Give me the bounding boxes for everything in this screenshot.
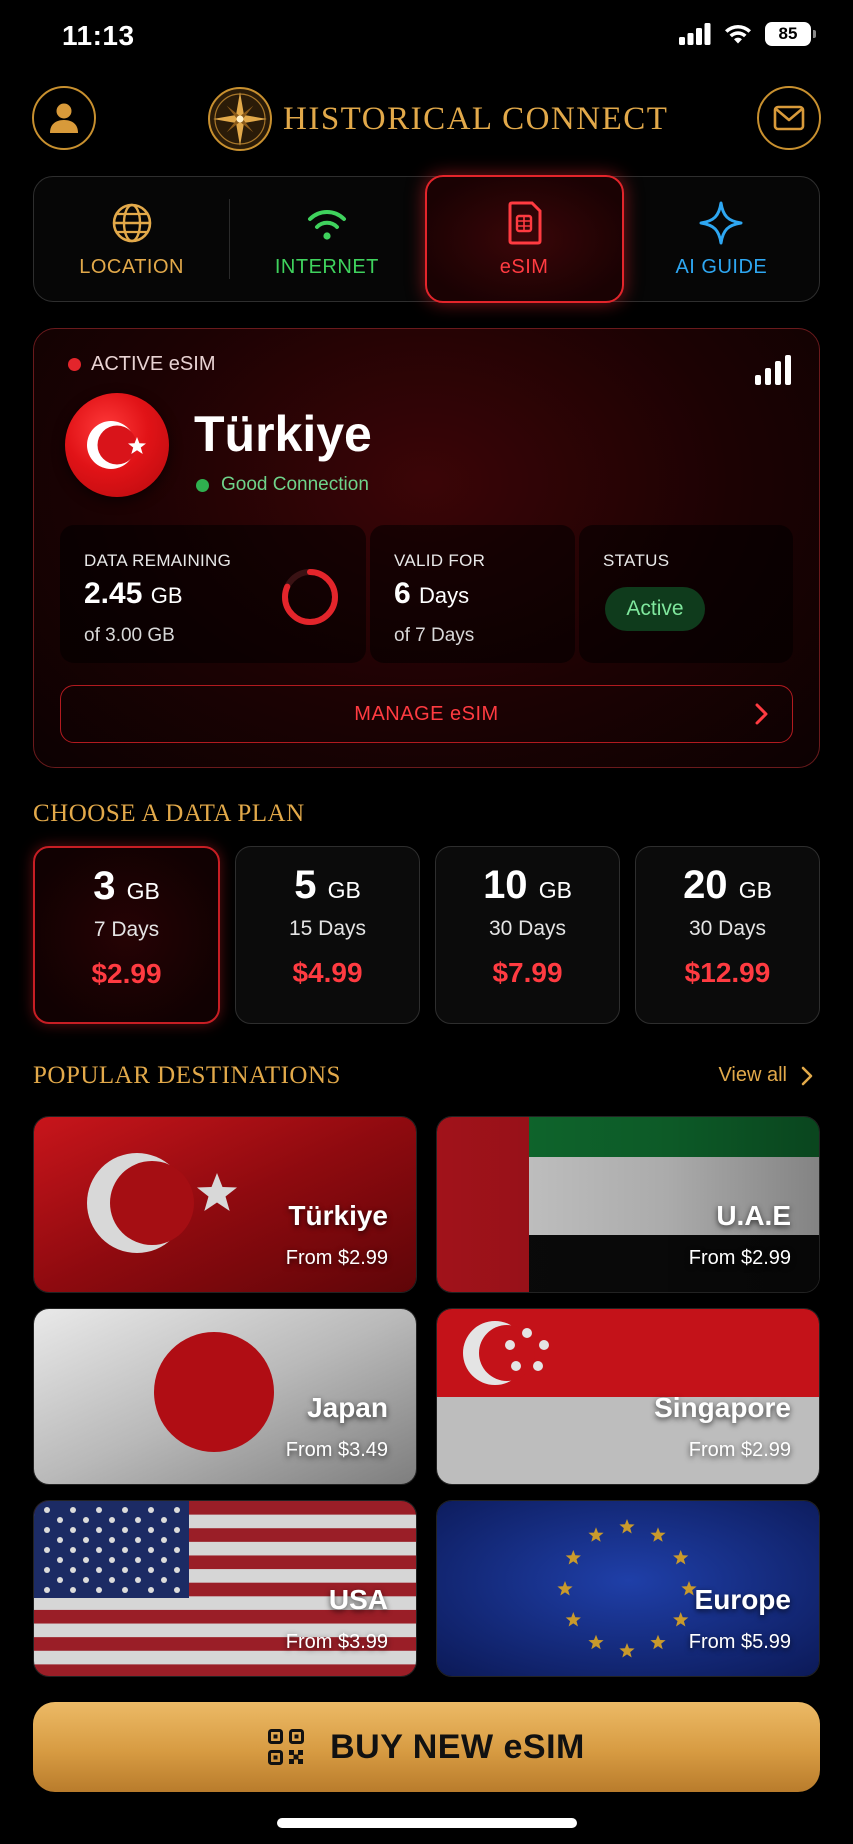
wifi-icon bbox=[307, 209, 346, 240]
home-indicator bbox=[277, 1818, 577, 1828]
plan-price: $4.99 bbox=[292, 957, 363, 988]
destination-name: Singapore bbox=[654, 1392, 791, 1423]
brand: HISTORICAL CONNECT bbox=[207, 86, 668, 152]
destination-name: Japan bbox=[307, 1392, 388, 1423]
plan-card-5gb[interactable]: 5 GB 15 Days $4.99 bbox=[235, 846, 420, 1024]
connection-dot bbox=[196, 478, 209, 492]
battery-icon: 85 bbox=[765, 22, 816, 46]
destination-card-uae[interactable]: U.A.E From $2.99 bbox=[436, 1116, 820, 1293]
active-indicator-dot bbox=[68, 358, 81, 371]
destination-price: From $3.99 bbox=[285, 1631, 388, 1653]
wifi-status-icon bbox=[725, 24, 751, 44]
feature-tabs: LOCATION INTERNET eSIM AI GUIDE bbox=[33, 175, 820, 303]
active-esim-label: ACTIVE eSIM bbox=[68, 353, 215, 376]
turkey-flag-icon bbox=[65, 393, 169, 497]
valid-for-stat: VALID FOR 6 Days of 7 Days bbox=[370, 525, 575, 663]
globe-icon bbox=[112, 203, 151, 242]
tab-label: eSIM bbox=[499, 255, 549, 278]
plan-days: 30 Days bbox=[688, 917, 767, 940]
status-label: STATUS bbox=[603, 551, 670, 570]
connection-text: Good Connection bbox=[221, 474, 369, 495]
destination-name: USA bbox=[328, 1584, 388, 1615]
app-header: HISTORICAL CONNECT bbox=[32, 86, 821, 152]
profile-button[interactable] bbox=[32, 86, 96, 150]
plan-size: 10 GB bbox=[483, 863, 572, 907]
sparkle-icon bbox=[699, 201, 743, 244]
plan-size: 3 GB bbox=[93, 864, 160, 908]
data-remaining-value: 2.45 GB bbox=[84, 577, 183, 610]
active-country-name: Türkiye bbox=[194, 406, 372, 462]
destination-price: From $3.49 bbox=[285, 1439, 388, 1461]
messages-button[interactable] bbox=[757, 86, 821, 150]
plan-days: 30 Days bbox=[488, 917, 567, 940]
view-all-link[interactable]: View all bbox=[718, 1064, 813, 1087]
status-icons: 85 bbox=[679, 22, 816, 46]
plan-card-10gb[interactable]: 10 GB 30 Days $7.99 bbox=[435, 846, 620, 1024]
person-icon bbox=[50, 103, 78, 133]
compass-logo-icon bbox=[208, 87, 272, 151]
esim-stats: DATA REMAINING 2.45 GB of 3.00 GB VALID … bbox=[60, 525, 793, 663]
plan-size: 20 GB bbox=[683, 863, 772, 907]
destination-name: Europe bbox=[694, 1584, 791, 1615]
destination-name: U.A.E bbox=[716, 1200, 791, 1231]
destination-card-usa[interactable]: USA From $3.99 bbox=[33, 1500, 417, 1677]
plan-size: 5 GB bbox=[294, 863, 361, 907]
plan-price: $12.99 bbox=[684, 957, 771, 988]
tab-location[interactable]: LOCATION bbox=[34, 177, 229, 301]
data-usage-ring bbox=[282, 569, 338, 625]
battery-level: 85 bbox=[778, 24, 798, 43]
tab-ai-guide[interactable]: AI GUIDE bbox=[624, 177, 819, 301]
chevron-right-icon bbox=[755, 703, 768, 725]
status-bar: 11:13 85 bbox=[0, 0, 853, 75]
destination-name: Türkiye bbox=[288, 1200, 388, 1231]
tab-internet[interactable]: INTERNET bbox=[229, 177, 424, 301]
cellular-signal-icon bbox=[679, 23, 711, 45]
plan-price: $2.99 bbox=[91, 958, 162, 989]
destinations-title: POPULAR DESTINATIONS bbox=[33, 1062, 341, 1089]
brand-title: HISTORICAL CONNECT bbox=[283, 100, 669, 137]
manage-esim-label: MANAGE eSIM bbox=[354, 702, 499, 725]
data-total: of 3.00 GB bbox=[84, 625, 175, 646]
destination-card-singapore[interactable]: Singapore From $2.99 bbox=[436, 1308, 820, 1485]
view-all-label: View all bbox=[718, 1064, 787, 1086]
destination-price: From $2.99 bbox=[688, 1247, 791, 1269]
sim-card-icon bbox=[508, 201, 542, 244]
destination-price: From $2.99 bbox=[688, 1439, 791, 1461]
data-plan-list: 3 GB 7 Days $2.99 5 GB 15 Days $4.99 10 … bbox=[33, 846, 820, 1024]
destination-price: From $2.99 bbox=[285, 1247, 388, 1269]
valid-for-label: VALID FOR bbox=[394, 551, 486, 570]
active-esim-card: ACTIVE eSIM Türkiye Good Connection DATA… bbox=[33, 328, 820, 768]
data-remaining-stat: DATA REMAINING 2.45 GB of 3.00 GB bbox=[60, 525, 366, 663]
mail-icon bbox=[773, 105, 805, 131]
qr-code-icon bbox=[268, 1729, 305, 1765]
active-esim-text: ACTIVE eSIM bbox=[91, 353, 216, 375]
plan-days: 7 Days bbox=[93, 918, 160, 941]
plan-price: $7.99 bbox=[492, 957, 563, 988]
valid-for-total: of 7 Days bbox=[394, 625, 475, 646]
plan-days: 15 Days bbox=[288, 917, 367, 940]
status-time: 11:13 bbox=[62, 20, 135, 51]
buy-new-esim-label: BUY NEW eSIM bbox=[330, 1727, 585, 1766]
tab-label: LOCATION bbox=[79, 255, 184, 278]
tab-esim[interactable]: eSIM bbox=[424, 175, 624, 303]
status-badge: Active bbox=[605, 587, 705, 631]
data-remaining-label: DATA REMAINING bbox=[84, 551, 232, 570]
tab-label: AI GUIDE bbox=[675, 255, 768, 278]
manage-esim-button[interactable]: MANAGE eSIM bbox=[60, 685, 793, 743]
connection-status: Good Connection bbox=[196, 474, 369, 496]
status-stat: STATUS Active bbox=[579, 525, 793, 663]
destination-card-japan[interactable]: Japan From $3.49 bbox=[33, 1308, 417, 1485]
valid-for-value: 6 Days bbox=[394, 577, 470, 610]
destination-grid: Türkiye From $2.99 U.A.E From $2.99 Japa… bbox=[33, 1116, 820, 1677]
destination-card-turkiye[interactable]: Türkiye From $2.99 bbox=[33, 1116, 417, 1293]
data-plan-title: CHOOSE A DATA PLAN bbox=[33, 800, 305, 827]
plan-card-3gb[interactable]: 3 GB 7 Days $2.99 bbox=[33, 846, 220, 1024]
tab-label: INTERNET bbox=[274, 255, 379, 278]
destination-card-europe[interactable]: Europe From $5.99 bbox=[436, 1500, 820, 1677]
buy-new-esim-button[interactable]: BUY NEW eSIM bbox=[33, 1702, 820, 1792]
chevron-right-icon bbox=[801, 1066, 813, 1085]
plan-card-20gb[interactable]: 20 GB 30 Days $12.99 bbox=[635, 846, 820, 1024]
destination-price: From $5.99 bbox=[688, 1631, 791, 1653]
signal-strength-icon bbox=[755, 355, 791, 385]
